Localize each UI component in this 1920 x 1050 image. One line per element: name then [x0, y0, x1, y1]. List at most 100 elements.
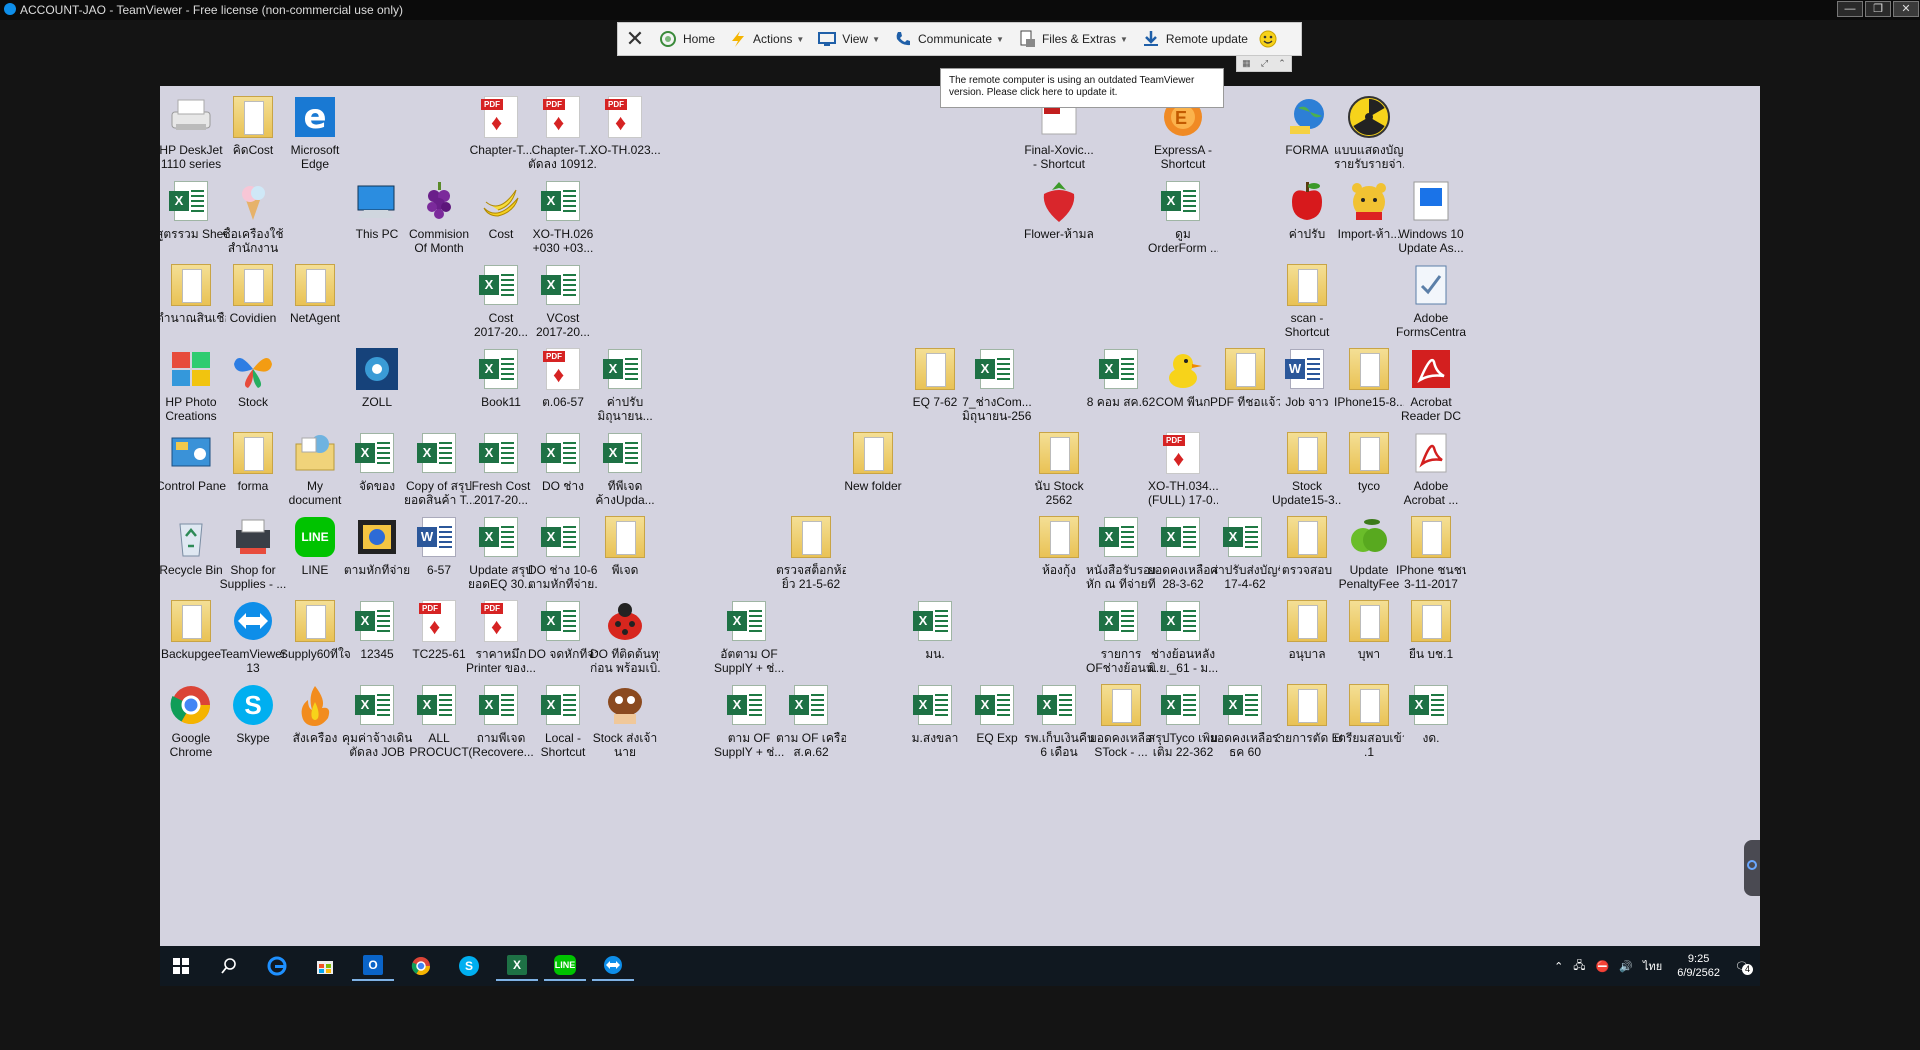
desktop-icon-xl-m-songkhla[interactable]: ม.สงขลา	[900, 676, 970, 772]
action-center-icon[interactable]: 🗨4	[1735, 960, 1753, 975]
desktop-icon-xl-orderform[interactable]: ดูมOrderForm ...	[1148, 172, 1218, 268]
desktop-icon-microsoft-edge[interactable]: e Microsoft Edge	[280, 88, 350, 184]
desktop-icon-adobe-formscentral[interactable]: Adobe FormsCentral	[1396, 256, 1466, 352]
desktop-icon-folder-covidien[interactable]: Covidien	[218, 256, 288, 352]
desktop-icon-folder-supply60[interactable]: Supply60ที่ใจ	[280, 592, 350, 688]
desktop-icon-folder-eq-7-62[interactable]: EQ 7-62	[900, 340, 970, 436]
desktop-icon-xl-vcost-2017[interactable]: VCost2017-20...	[528, 256, 598, 352]
desktop-icon-folder-tamnan[interactable]: ตำนาณสินเชื่อ	[160, 256, 226, 352]
taskbar-store[interactable]	[304, 951, 346, 981]
desktop-icon-fire-app[interactable]: สั่งเครื่อง	[280, 676, 350, 772]
desktop-icon-xl-fresh-cost[interactable]: Fresh Cost2017-20...	[466, 424, 536, 520]
desktop-icon-folder-tyco[interactable]: tyco	[1334, 424, 1404, 520]
volume-icon[interactable]: 🔊	[1619, 960, 1633, 973]
desktop-icon-folder-hong-kung[interactable]: ห้องกุ้ง	[1024, 508, 1094, 604]
taskbar-excel[interactable]: X	[496, 951, 538, 981]
taskbar-edge[interactable]	[256, 951, 298, 981]
desktop-icon-folder-truat[interactable]: ตรวจสอบ	[1272, 508, 1342, 604]
desktop-icon-xl-kaparp[interactable]: ค่าปรับมิถุนายน...	[590, 340, 660, 436]
desktop-icon-xl-recovered[interactable]: ถามพี่เจด(Recovere...	[466, 676, 536, 772]
view-menu[interactable]: View ▼	[811, 23, 887, 55]
desktop-icon-folder-stock-2562[interactable]: นับ Stock 2562	[1024, 424, 1094, 520]
desktop-icon-xl-supply-of[interactable]: อัตตาม OFSupplY + ช่...	[714, 592, 784, 688]
desktop-icon-hp-deskjet[interactable]: HP DeskJet 1110 series	[160, 88, 226, 184]
start-button[interactable]	[160, 951, 202, 981]
desktop-icon-xl-tam-of[interactable]: ตาม OFSupplY + ช่...	[714, 676, 784, 772]
security-icon[interactable]: ⛔	[1596, 960, 1610, 973]
files-extras-menu[interactable]: Files & Extras ▼	[1011, 23, 1135, 55]
desktop-icon-xl-8-com[interactable]: 8 คอม สค.62	[1086, 340, 1156, 436]
desktop-icon-xl-copy-of[interactable]: Copy of สรุปยอดสินค้า T...	[404, 424, 474, 520]
close-window-button[interactable]: ✕	[1893, 1, 1919, 17]
desktop-icon-xl-rp-kep[interactable]: รพ.เก็บเงินคืน6 เดือน	[1024, 676, 1094, 772]
fullscreen-icon[interactable]: ⤢	[1261, 58, 1268, 69]
desktop-icon-folder-raikan-eq[interactable]: รายการตัด EQ	[1272, 676, 1342, 772]
desktop-icon-ice-cream-app[interactable]: ซื้อเครื่องใช้ สำนักงาน	[218, 172, 288, 268]
desktop-icon-shop-for-supplies[interactable]: Shop for Supplies - ...	[218, 508, 288, 604]
desktop-icon-this-pc[interactable]: This PC	[342, 172, 412, 268]
desktop-icon-xl-sutra-sheet[interactable]: สูตรรวม Sheet	[160, 172, 226, 268]
desktop-icon-line-app[interactable]: LINE LINE	[280, 508, 350, 604]
desktop-icon-stock-app[interactable]: Stock	[218, 340, 288, 436]
taskbar-chrome[interactable]	[400, 951, 442, 981]
desktop-icon-grape-commission[interactable]: Commision Of Month	[404, 172, 474, 268]
search-button[interactable]	[208, 951, 250, 981]
desktop-icon-pdf-oct-06-57[interactable]: ต.06-57	[528, 340, 598, 436]
taskbar-skype[interactable]: S	[448, 951, 490, 981]
desktop-icon-folder-pdf[interactable]: PDF ที่ชอแจ้ว	[1210, 340, 1280, 436]
collapse-toolbar-icon[interactable]: ⌃	[1278, 58, 1286, 69]
taskbar-teamviewer[interactable]	[592, 951, 634, 981]
desktop-icon-hp-photo[interactable]: HP Photo Creations	[160, 340, 226, 436]
desktop-icon-duck-com[interactable]: COM พี่นก	[1148, 340, 1218, 436]
desktop-icon-xl-book11[interactable]: Book11	[466, 340, 536, 436]
desktop-icon-control-panel[interactable]: Control Panel	[160, 424, 226, 520]
desktop-icon-folder-triam[interactable]: เตรียมสอบเข้า ป.1	[1334, 676, 1404, 772]
desktop-icon-xl-7-com[interactable]: 7_ช่างCom...มิถุนายน-2562	[962, 340, 1032, 436]
desktop-icon-pdf-chapter-2[interactable]: Chapter-T...ตัดลง 10912...	[528, 88, 598, 184]
desktop-icon-word-job[interactable]: Job จาว	[1272, 340, 1342, 436]
grid-icon[interactable]: ▦	[1242, 58, 1251, 69]
desktop-icon-folder-boopha[interactable]: บุพา	[1334, 592, 1404, 688]
desktop-icon-folder-check-stock[interactable]: ตรวจสต็อกห้องยิ้ว 21-5-62	[776, 508, 846, 604]
end-session-button[interactable]: ✕	[618, 23, 652, 55]
communicate-menu[interactable]: Communicate ▼	[887, 23, 1011, 55]
desktop-icon-pdf-xo-th-023[interactable]: XO-TH.023...	[590, 88, 660, 184]
desktop-icon-adobe-acrobat[interactable]: Adobe Acrobat ...	[1396, 424, 1466, 520]
desktop-icon-folder-yuen[interactable]: ยื่น บช.1	[1396, 592, 1466, 688]
desktop-icon-xl-cost-2017[interactable]: Cost2017-20...	[466, 256, 536, 352]
desktop-icon-xl-chang-yon[interactable]: ช่างย้อนหลังมิ.ย._61 - ม...	[1148, 592, 1218, 688]
desktop-icon-win10-update[interactable]: Windows 10 Update As...	[1396, 172, 1466, 268]
side-panel-handle-icon[interactable]	[1744, 840, 1760, 896]
desktop-icon-zoll-app[interactable]: ZOLL	[342, 340, 412, 436]
outdated-version-tooltip[interactable]: The remote computer is using an outdated…	[940, 68, 1224, 108]
desktop-icon-iphone-folder[interactable]: IPhone ชนชน 3-11-2017	[1396, 508, 1466, 604]
restore-button[interactable]: ❐	[1865, 1, 1891, 17]
desktop-icon-apple-payment[interactable]: ค่าปรับ	[1272, 172, 1342, 268]
feedback-smiley-icon[interactable]	[1255, 23, 1281, 55]
desktop-icon-acrobat-reader-dc[interactable]: Acrobat Reader DC	[1396, 340, 1466, 436]
desktop-icon-xl-nangsue[interactable]: หนังสือรับรองหัก ณ ที่จ่ายที่...	[1086, 508, 1156, 604]
desktop-icon-xl-pheejeed[interactable]: ที่พี่เจดค้างUpda...	[590, 424, 660, 520]
desktop-icon-pdf-xo-th-034[interactable]: XO-TH.034...(FULL) 17-0...	[1148, 424, 1218, 520]
network-icon[interactable]: 🖧	[1573, 957, 1585, 976]
input-language[interactable]: ไทย	[1643, 957, 1662, 975]
desktop-icon-folder-anuban[interactable]: อนุบาล	[1272, 592, 1342, 688]
clock[interactable]: 9:25 6/9/2562	[1677, 952, 1720, 980]
desktop-icon-goomba-stock[interactable]: Stock ส่งเจ้า นาย	[590, 676, 660, 772]
desktop-icon-scan-shortcut[interactable]: scan - Shortcut	[1272, 256, 1342, 352]
desktop-icon-xl-yodkong-28[interactable]: ยอดคงเหลือ ณ28-3-62	[1148, 508, 1218, 604]
desktop-icon-xl-xo-th-026[interactable]: XO-TH.026+030 +03...	[528, 172, 598, 268]
desktop-icon-xl-do-jod[interactable]: DO จดหักที่จ่าย	[528, 592, 598, 688]
desktop-icon-stamp-app[interactable]: ตามหักที่จ่าย	[342, 508, 412, 604]
desktop-icon-folder-phee[interactable]: พี่เจด	[590, 508, 660, 604]
taskbar-line[interactable]: LINE	[544, 951, 586, 981]
desktop-icon-my-document[interactable]: My document	[280, 424, 350, 520]
desktop-icon-xl-local-shortcut[interactable]: Local -Shortcut	[528, 676, 598, 772]
desktop-icon-folder-iphone15[interactable]: IPhone15-8...	[1334, 340, 1404, 436]
desktop-icon-folder-yodkong-stock[interactable]: ยอดคงเหลือ STock - ...	[1086, 676, 1156, 772]
desktop-icon-xl-jadkong[interactable]: จัดของ	[342, 424, 412, 520]
desktop-icon-pooh-import[interactable]: Import-ห้า...	[1334, 172, 1404, 268]
desktop-icon-folder-backupgee[interactable]: Backupgee	[160, 592, 226, 688]
taskbar-outlook[interactable]: O	[352, 951, 394, 981]
desktop-icon-folder-new[interactable]: New folder	[838, 424, 908, 520]
